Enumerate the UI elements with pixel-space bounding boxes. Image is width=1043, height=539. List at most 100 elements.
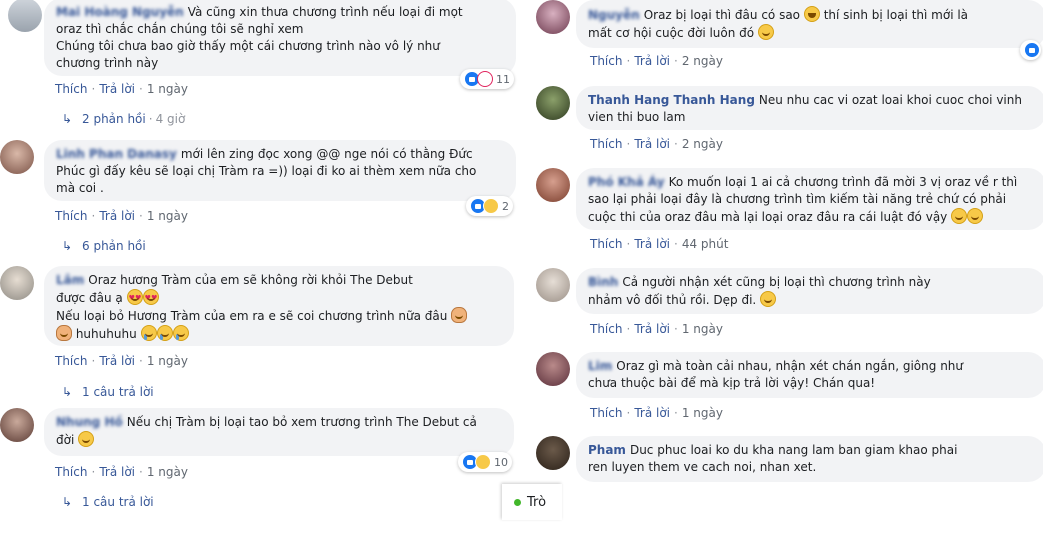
wow-reaction-icon (475, 454, 491, 470)
reply-link[interactable]: Trả lời (99, 82, 135, 96)
comment-time[interactable]: 1 ngày (147, 354, 188, 368)
comment-author[interactable]: Linh Phan Danasy (56, 147, 177, 161)
avatar[interactable] (536, 436, 570, 470)
reaction-count: 10 (494, 455, 508, 469)
comment-text-line: chưa thuộc bài để mà kịp trả lời vậy! Ch… (588, 376, 876, 390)
reply-link[interactable]: Trả lời (99, 354, 135, 368)
comment-author[interactable]: Nguyễn (588, 8, 640, 22)
separator-dot: · (91, 354, 96, 368)
like-link[interactable]: Thích (55, 82, 87, 96)
replies-count[interactable]: 6 phản hồi (82, 239, 146, 253)
reaction-summary[interactable]: 11 (460, 69, 514, 89)
avatar[interactable] (536, 268, 570, 302)
love-reaction-icon (477, 71, 493, 87)
comment-bubble: Linh Phan Danasy mới lên zing đọc xong @@… (44, 140, 516, 201)
person-emoji-icon (56, 325, 72, 341)
comment-author[interactable]: Mai Hoàng Nguyễn (56, 5, 184, 19)
like-link[interactable]: Thích (590, 137, 622, 151)
reaction-summary[interactable] (1020, 40, 1041, 60)
smile-emoji-icon (760, 291, 777, 307)
comment-time[interactable]: 1 ngày (147, 82, 188, 96)
reaction-summary[interactable]: 10 (458, 452, 512, 472)
comment-author[interactable]: Thanh Hang Thanh Hang (588, 93, 755, 107)
like-link[interactable]: Thích (55, 465, 87, 479)
avatar[interactable] (0, 140, 34, 174)
avatar[interactable] (536, 168, 570, 202)
comment-bubble: Phó Khả Áy Ko muốn loại 1 ai cả chương tr… (576, 168, 1043, 230)
reaction-count: 11 (496, 72, 510, 86)
comment-actions: Thích · Trả lời · 44 phút (590, 237, 728, 251)
online-status-icon (514, 498, 521, 506)
comment-text-line: Oraz gì mà toàn cải nhau, nhận xét chán … (616, 359, 964, 373)
replies-count[interactable]: 1 câu trả lời (82, 495, 154, 509)
reply-arrow-icon: ↳ (62, 112, 73, 126)
comment-bubble: Mai Hoàng Nguyễn Và cũng xin thưa chương … (44, 0, 516, 76)
reaction-summary[interactable]: 2 (466, 196, 513, 216)
comment-bubble: Pham Duc phuc loai ko du kha nang lam ban… (576, 436, 1043, 482)
replies-time: 4 giờ (155, 112, 186, 126)
comment-text-line: mà coi . (56, 181, 104, 195)
avatar[interactable] (536, 86, 570, 120)
comment-text-line: Nếu chị Tràm bị loại tao bỏ xem trương t… (126, 415, 477, 429)
like-link[interactable]: Thích (590, 237, 622, 251)
view-replies-link[interactable]: ↳ 6 phản hồi (62, 239, 146, 253)
comment-author[interactable]: Lim (588, 359, 612, 373)
comment-author[interactable]: Lâm (56, 273, 84, 287)
comment-bubble: Lim Oraz gì mà toàn cải nhau, nhận xét ch… (576, 352, 1043, 398)
avatar[interactable] (0, 266, 34, 300)
comment-author[interactable]: Pham (588, 443, 626, 457)
comment-author[interactable]: Phó Khả Áy (588, 175, 665, 189)
reply-link[interactable]: Trả lời (634, 237, 670, 251)
separator-dot: · (91, 82, 96, 96)
chat-tab[interactable]: Trò (502, 484, 562, 520)
like-link[interactable]: Thích (590, 54, 622, 68)
avatar[interactable] (536, 352, 570, 386)
like-link[interactable]: Thích (590, 406, 622, 420)
person-emoji-icon (451, 307, 468, 323)
comment-actions: Thích · Trả lời · 1 ngày (55, 465, 188, 479)
reply-link[interactable]: Trả lời (634, 54, 670, 68)
comment-time[interactable]: 44 phút (682, 237, 729, 251)
like-link[interactable]: Thích (55, 209, 87, 223)
comment-text-line: cuộc thi của oraz đâu mà lại loại oraz đ… (588, 210, 948, 224)
comment-actions: Thích · Trả lời · 1 ngày (55, 354, 188, 368)
separator-dot: · (148, 112, 153, 126)
avatar[interactable] (536, 0, 570, 34)
comment-author[interactable]: Bình (588, 275, 618, 289)
comment-text-line: đời (56, 433, 75, 447)
like-link[interactable]: Thích (55, 354, 87, 368)
replies-count[interactable]: 1 câu trả lời (82, 385, 154, 399)
reply-link[interactable]: Trả lời (634, 322, 670, 336)
comment-time[interactable]: 1 ngày (147, 465, 188, 479)
comment-time[interactable]: 1 ngày (682, 406, 723, 420)
view-replies-link[interactable]: ↳ 1 câu trả lời (62, 495, 154, 509)
reply-link[interactable]: Trả lời (99, 465, 135, 479)
comment-actions: Thích · Trả lời · 1 ngày (590, 322, 723, 336)
comment-time[interactable]: 2 ngày (682, 137, 723, 151)
comment-time[interactable]: 1 ngày (682, 322, 723, 336)
replies-count[interactable]: 2 phản hồi (82, 112, 146, 126)
avatar[interactable] (8, 0, 42, 32)
comment-time[interactable]: 1 ngày (147, 209, 188, 223)
separator-dot: · (139, 82, 143, 96)
comment-text-line: Oraz hương Tràm của em sẽ không rời khỏi… (88, 273, 413, 287)
comment-author[interactable]: Nhung Hồ (56, 415, 123, 429)
separator-dot: · (626, 406, 631, 420)
like-link[interactable]: Thích (590, 322, 622, 336)
reply-link[interactable]: Trả lời (634, 137, 670, 151)
comment-text-line: Oraz bị loại thì đâu có sao (643, 8, 801, 22)
crying-emoji-icon (156, 325, 173, 341)
comment-text-line: Chúng tôi chưa bao giờ thấy một cái chươ… (56, 39, 440, 53)
comment-text-line: oraz thì chắc chắn chúng tôi sẽ nghỉ xem (56, 22, 304, 36)
avatar[interactable] (0, 408, 34, 442)
view-replies-link[interactable]: ↳ 2 phản hồi · 4 giờ (62, 112, 185, 126)
view-replies-link[interactable]: ↳ 1 câu trả lời (62, 385, 154, 399)
separator-dot: · (674, 237, 678, 251)
reply-link[interactable]: Trả lời (634, 406, 670, 420)
reply-link[interactable]: Trả lời (99, 209, 135, 223)
separator-dot: · (626, 322, 631, 336)
comment-time[interactable]: 2 ngày (682, 54, 723, 68)
smile-emoji-icon (78, 431, 95, 447)
comment-text-line: Neu nhu cac vi ozat loai khoi cuoc choi … (758, 93, 1022, 107)
comment-text-line: nhảm vô đối thủ rồi. Dẹp đi. (588, 293, 757, 307)
